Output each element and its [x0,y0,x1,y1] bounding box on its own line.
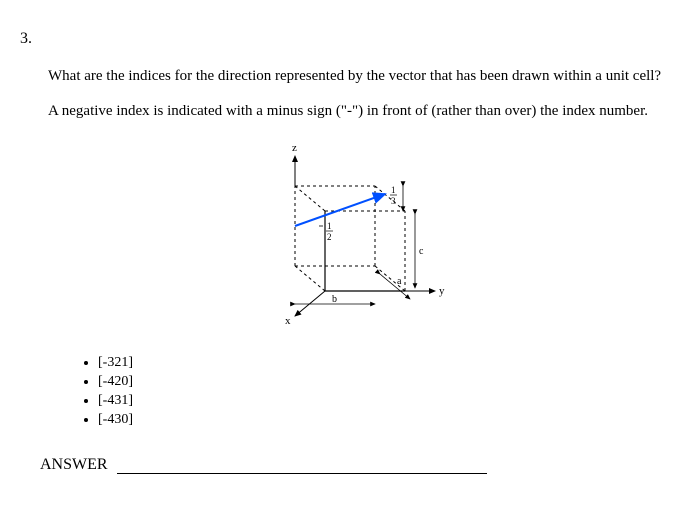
question-number: 3. [20,30,670,48]
edge-a-label: a [397,276,402,287]
answer-input-line[interactable] [117,457,487,474]
axis-y-label: y [439,285,445,297]
fraction-half-num: 1 [327,221,332,231]
question-prompt-2: A negative index is indicated with a min… [48,101,670,122]
option-4: [-430] [98,412,670,428]
edge-b-label: b [332,294,337,305]
option-3: [-431] [98,393,670,409]
axis-x-label: x [285,315,291,326]
fraction-third-den: 3 [391,196,396,206]
fraction-half-den: 2 [327,232,332,242]
answer-label: ANSWER [40,456,108,474]
option-1: [-321] [98,355,670,371]
fraction-third-num: 1 [391,185,396,195]
cube-diagram: 1 2 1 3 z y x a b c [235,136,455,326]
options-block: [-321] [-420] [-431] [-430] [80,355,670,428]
axis-z-label: z [292,142,297,154]
edge-c-label: c [419,246,424,257]
unit-cell-figure: 1 2 1 3 z y x a b c [20,136,670,331]
direction-vector [295,194,385,226]
question-prompt-1: What are the indices for the direction r… [48,66,670,87]
option-2: [-420] [98,374,670,390]
answer-block: ANSWER [40,456,670,474]
